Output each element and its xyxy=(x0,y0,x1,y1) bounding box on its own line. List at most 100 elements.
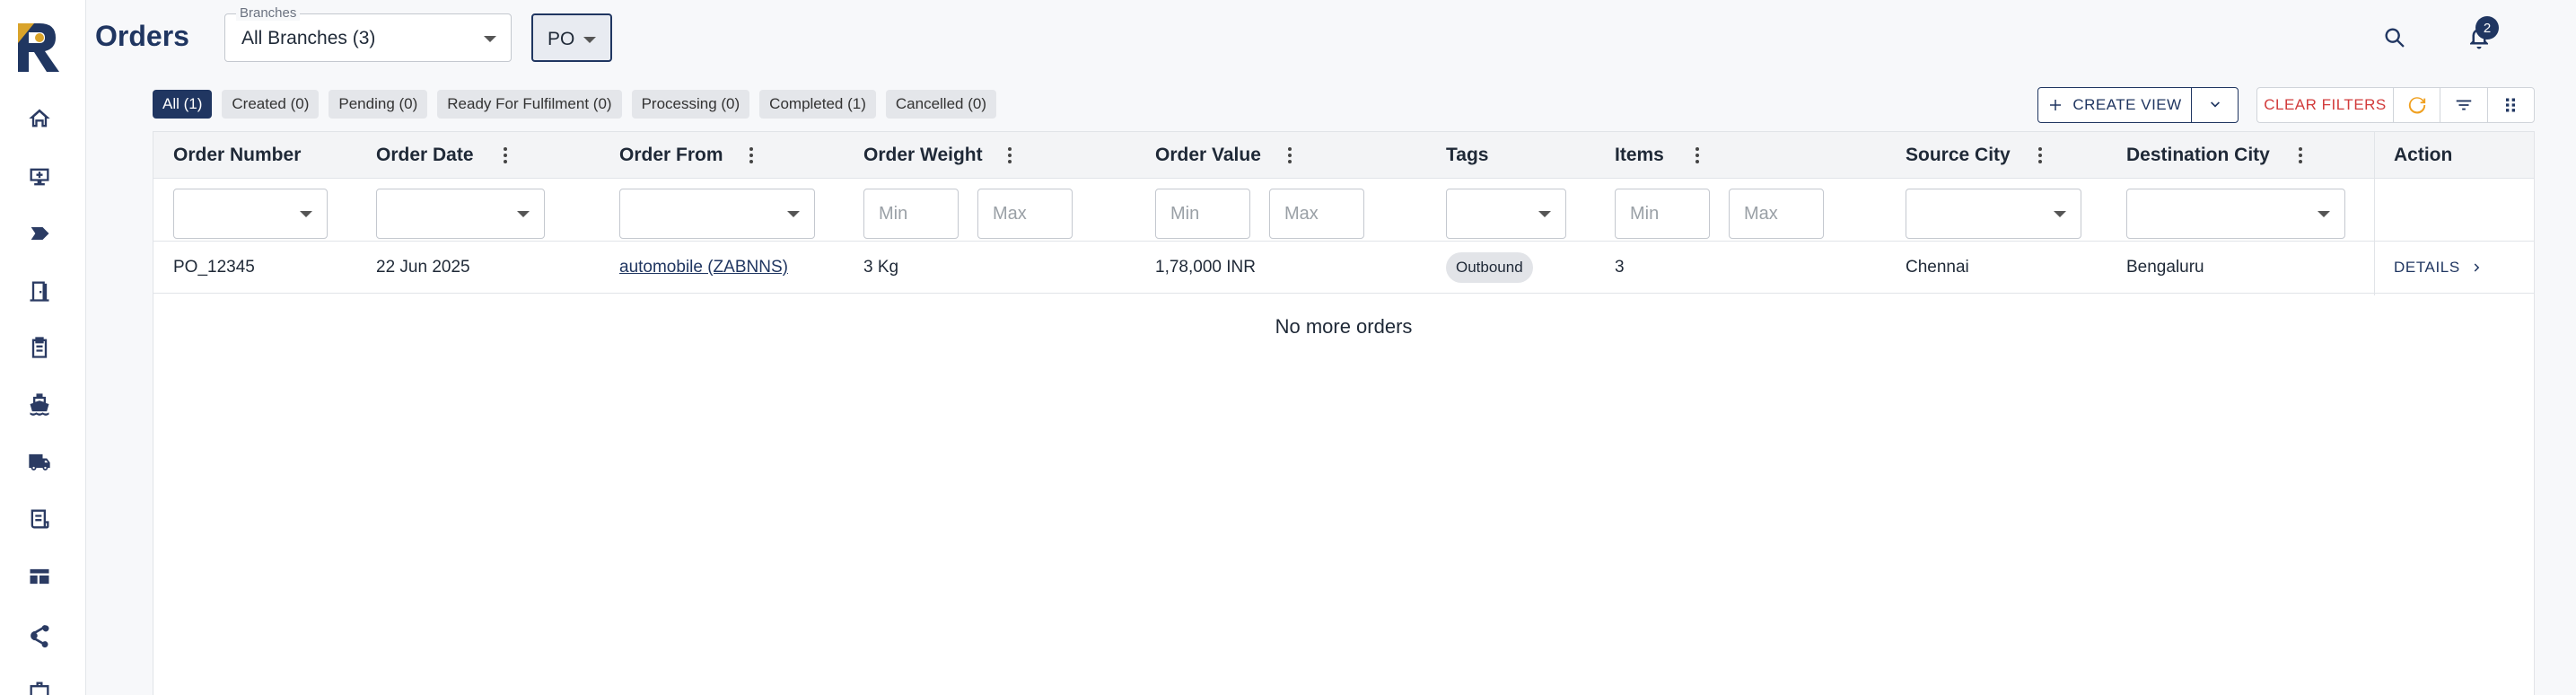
order-from-menu-icon[interactable] xyxy=(740,145,762,166)
caret-down-icon xyxy=(300,211,312,217)
col-order-date[interactable]: Order Date xyxy=(376,145,474,166)
clear-filters-button[interactable]: CLEAR FILTERS xyxy=(2257,88,2394,122)
destination-city-menu-icon[interactable] xyxy=(2290,145,2311,166)
nav-warehouse[interactable] xyxy=(20,271,59,311)
branches-select[interactable]: Branches All Branches (3) xyxy=(224,5,512,62)
create-view-button[interactable]: CREATE VIEW xyxy=(2038,88,2191,122)
branches-value: All Branches (3) xyxy=(241,28,376,48)
caret-down-icon xyxy=(2318,211,2330,217)
order-number-filter[interactable] xyxy=(173,189,328,239)
create-view-label: CREATE VIEW xyxy=(2072,96,2182,113)
table-header: Order Number Order Date Order From Order… xyxy=(153,132,2534,179)
source-city-filter[interactable] xyxy=(1906,189,2081,239)
chip-ready-for-fulfilment[interactable]: Ready For Fulfilment (0) xyxy=(437,90,622,119)
nav-home[interactable] xyxy=(20,99,59,138)
chip-cancelled[interactable]: Cancelled (0) xyxy=(885,90,996,119)
tags-filter[interactable] xyxy=(1446,189,1566,239)
cell-order-value: 1,78,000 INR xyxy=(1155,258,1256,277)
col-order-number[interactable]: Order Number xyxy=(173,145,301,166)
col-order-from[interactable]: Order From xyxy=(619,145,723,166)
order-date-menu-icon[interactable] xyxy=(495,145,516,166)
filter-button[interactable] xyxy=(2440,88,2488,122)
destination-city-filter[interactable] xyxy=(2126,189,2345,239)
items-max-input[interactable] xyxy=(1729,189,1824,239)
branches-label: Branches xyxy=(236,5,301,21)
order-from-filter[interactable] xyxy=(619,189,815,239)
col-destination-city[interactable]: Destination City xyxy=(2126,145,2270,166)
items-menu-icon[interactable] xyxy=(1687,145,1708,166)
caret-down-icon xyxy=(787,211,800,217)
chevron-right-icon xyxy=(2474,263,2480,272)
truck-icon xyxy=(29,453,50,471)
plus-icon xyxy=(2050,100,2062,110)
refresh-button[interactable] xyxy=(2394,88,2441,122)
order-weight-menu-icon[interactable] xyxy=(999,145,1021,166)
caret-down-icon xyxy=(583,37,596,43)
dashboard-icon xyxy=(30,568,49,585)
cell-order-number: PO_12345 xyxy=(173,258,255,277)
status-chips: All (1) Created (0) Pending (0) Ready Fo… xyxy=(153,90,996,119)
clipboard-icon xyxy=(31,337,48,358)
items-min-input[interactable] xyxy=(1615,189,1710,239)
create-view-group: CREATE VIEW xyxy=(2037,87,2239,123)
monitor-add-icon xyxy=(30,168,49,186)
cell-tag-badge: Outbound xyxy=(1446,252,1533,283)
nav-labels[interactable] xyxy=(20,214,59,253)
order-value-min-input[interactable] xyxy=(1155,189,1250,239)
no-more-orders-text: No more orders xyxy=(1275,315,1413,338)
sidebar xyxy=(0,0,86,695)
cell-items: 3 xyxy=(1615,258,1625,277)
nav-trips[interactable] xyxy=(20,442,59,481)
order-type-value: PO xyxy=(548,29,575,49)
order-weight-max-input[interactable] xyxy=(977,189,1073,239)
caret-down-icon xyxy=(484,36,496,42)
order-weight-min-input[interactable] xyxy=(863,189,959,239)
nav-shipments[interactable] xyxy=(20,384,59,424)
create-view-dropdown[interactable] xyxy=(2191,88,2238,122)
refresh-icon xyxy=(2408,97,2425,114)
caret-down-icon xyxy=(517,211,530,217)
search-button[interactable] xyxy=(2379,22,2411,54)
details-label: DETAILS xyxy=(2394,259,2460,276)
nav-orders[interactable] xyxy=(20,328,59,367)
col-order-weight[interactable]: Order Weight xyxy=(863,145,983,166)
chip-pending[interactable]: Pending (0) xyxy=(329,90,428,119)
search-icon xyxy=(2385,28,2405,48)
caret-down-icon xyxy=(2054,211,2066,217)
chip-completed[interactable]: Completed (1) xyxy=(759,90,876,119)
cell-order-date: 22 Jun 2025 xyxy=(376,258,470,277)
columns-button[interactable] xyxy=(2488,88,2534,122)
chip-processing[interactable]: Processing (0) xyxy=(631,90,750,119)
notification-badge: 2 xyxy=(2475,16,2499,40)
source-city-menu-icon[interactable] xyxy=(2029,145,2051,166)
cell-order-weight: 3 Kg xyxy=(863,258,899,277)
col-items[interactable]: Items xyxy=(1615,145,1664,166)
logo[interactable] xyxy=(13,20,63,74)
cell-order-from-link[interactable]: automobile (ZABNNS) xyxy=(619,258,788,277)
home-icon xyxy=(29,109,50,128)
cell-destination-city: Bengaluru xyxy=(2126,258,2204,277)
order-type-select[interactable]: PO xyxy=(531,13,612,62)
details-button[interactable]: DETAILS xyxy=(2394,251,2485,284)
filter-row xyxy=(153,179,2534,242)
nav-invoices[interactable] xyxy=(20,499,59,539)
order-date-filter[interactable] xyxy=(376,189,545,239)
nav-share[interactable] xyxy=(20,616,59,655)
col-tags[interactable]: Tags xyxy=(1446,145,1488,166)
orders-app: Orders Branches All Branches (3) PO 2 Al… xyxy=(0,0,2576,695)
col-order-value[interactable]: Order Value xyxy=(1155,145,1261,166)
chip-all[interactable]: All (1) xyxy=(153,90,213,119)
share-icon xyxy=(31,625,49,648)
order-value-menu-icon[interactable] xyxy=(1279,145,1301,166)
order-value-max-input[interactable] xyxy=(1269,189,1364,239)
nav-dashboard[interactable] xyxy=(20,557,59,596)
table-toolbar: CLEAR FILTERS xyxy=(2256,87,2535,123)
table-row[interactable]: PO_12345 22 Jun 2025 automobile (ZABNNS)… xyxy=(153,242,2534,294)
col-source-city[interactable]: Source City xyxy=(1906,145,2011,166)
nav-add-order[interactable] xyxy=(20,157,59,197)
door-icon xyxy=(30,281,49,302)
chip-created[interactable]: Created (0) xyxy=(222,90,320,119)
nav-jobs[interactable] xyxy=(20,672,59,695)
chevron-down-icon xyxy=(2210,101,2220,108)
ship-icon xyxy=(30,393,49,416)
